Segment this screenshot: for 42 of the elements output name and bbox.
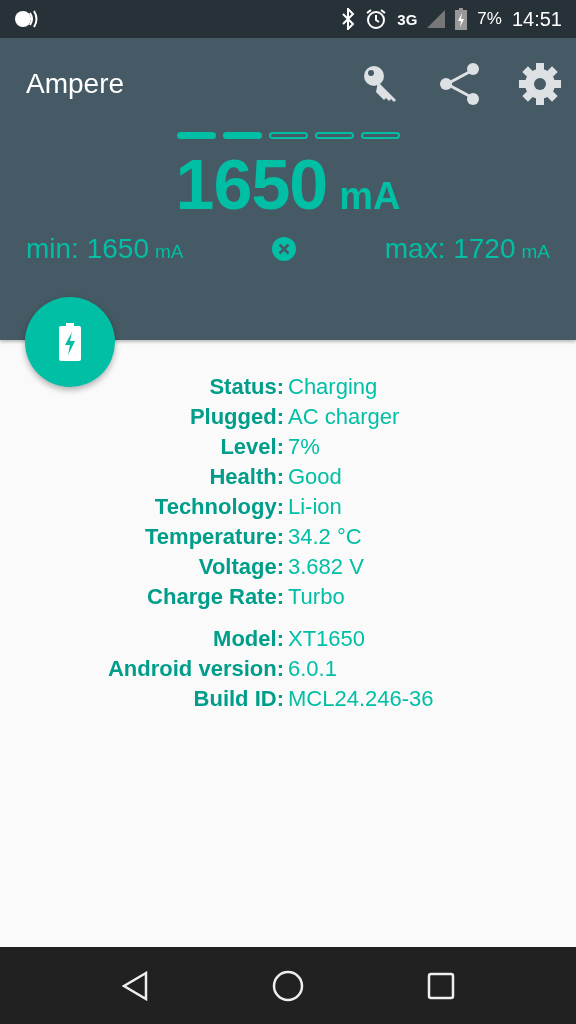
min-reading: min: 1650	[26, 233, 149, 265]
info-label: Plugged:	[188, 403, 285, 431]
network-type: 3G	[397, 10, 418, 28]
info-value: 34.2 °C	[288, 523, 363, 551]
info-label: Android version:	[107, 655, 285, 683]
info-label: Temperature:	[144, 523, 285, 551]
app-title: Ampere	[26, 68, 126, 100]
info-label: Health:	[208, 463, 285, 491]
info-label: Level:	[219, 433, 285, 461]
info-label: Charge Rate:	[146, 583, 285, 611]
current-unit: mA	[339, 175, 401, 218]
max-unit: mA	[521, 241, 550, 263]
battery-percent: 7%	[477, 9, 502, 29]
current-reading: 1650	[175, 145, 328, 225]
info-label: Voltage:	[197, 553, 285, 581]
info-value: Charging	[288, 373, 379, 401]
info-value: Turbo	[288, 583, 346, 611]
alarm-clock-icon	[365, 8, 388, 30]
info-value: AC charger	[288, 403, 401, 431]
battery-button[interactable]	[25, 297, 115, 387]
info-label: Build ID:	[192, 685, 285, 713]
battery-charging-icon	[59, 323, 81, 361]
info-value: MCL24.246-36	[288, 685, 435, 713]
bluetooth-icon	[341, 8, 356, 30]
settings-icon[interactable]	[518, 62, 562, 106]
signal-icon	[427, 10, 446, 28]
info-label: Model:	[212, 625, 285, 653]
reset-icon[interactable]	[272, 237, 297, 261]
info-value: 6.0.1	[288, 655, 338, 683]
min-unit: mA	[155, 241, 184, 263]
clock-time: 14:51	[511, 7, 562, 31]
hotspot-icon	[14, 8, 40, 30]
info-value: XT1650	[288, 625, 367, 653]
info-value: 7%	[288, 433, 321, 461]
max-reading: max: 1720	[384, 233, 516, 265]
battery-charging-icon	[455, 8, 468, 30]
info-value: Li-ion	[288, 493, 343, 521]
info-label: Technology:	[153, 493, 285, 521]
share-icon[interactable]	[440, 63, 480, 105]
info-label: Status:	[208, 373, 285, 401]
info-value: 3.682 V	[288, 553, 365, 581]
info-value: Good	[288, 463, 343, 491]
